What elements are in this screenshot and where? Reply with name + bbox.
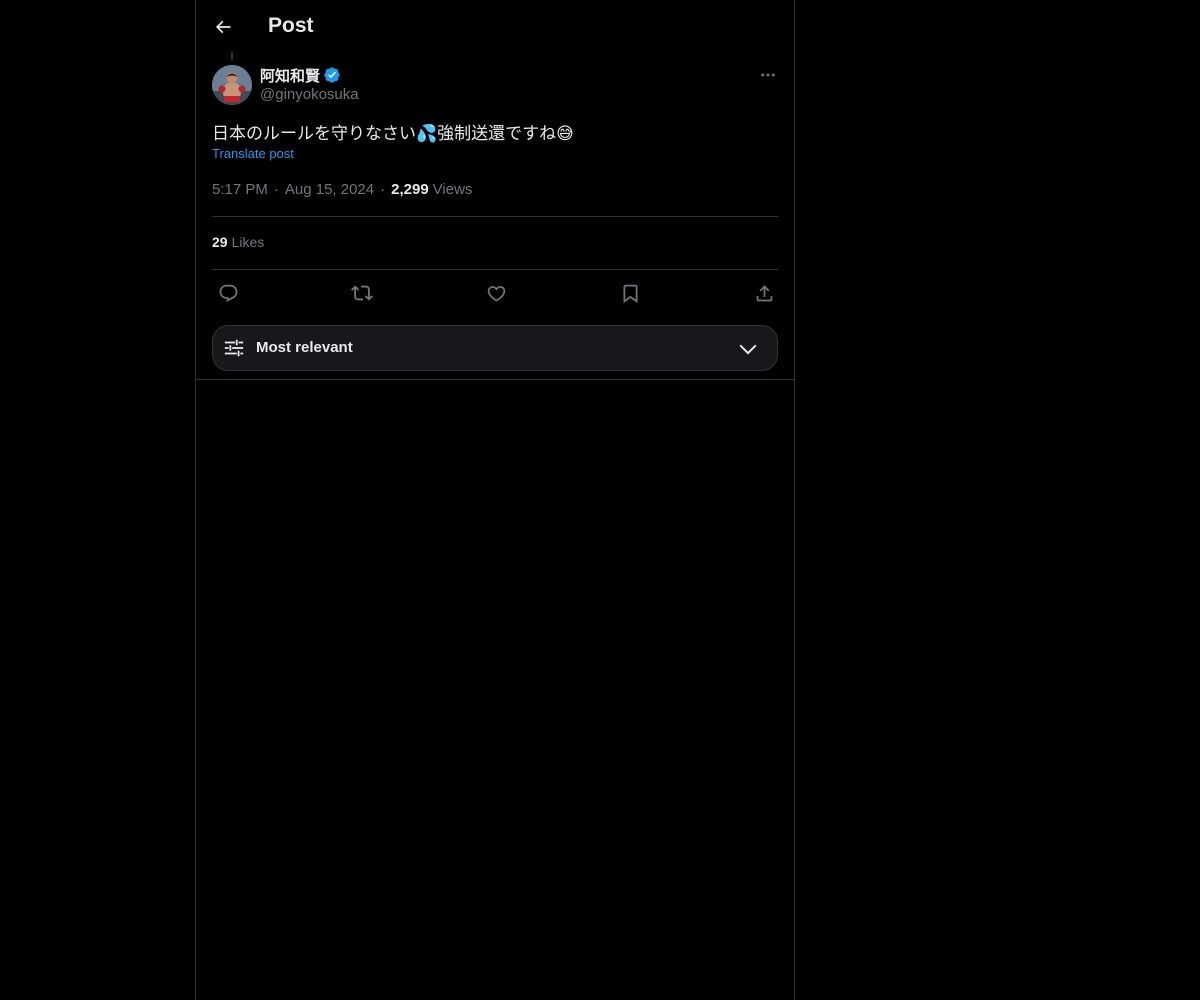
sliders-icon	[224, 339, 244, 357]
meta-separator: ·	[380, 181, 386, 198]
verified-badge-icon	[323, 66, 341, 84]
author-display-name[interactable]: 阿知和賢	[260, 65, 320, 86]
post-meta: 5:17 PM · Aug 15, 2024 · 2,299 Views	[212, 181, 472, 198]
post-column: Post 阿知和賢 @ginyokosuka 日本のルールを守りなさい💦強制送還…	[195, 0, 795, 1000]
avatar-image	[212, 65, 252, 105]
page-title: Post	[268, 14, 314, 37]
section-divider	[196, 379, 794, 380]
chevron-down-icon	[739, 344, 757, 355]
bookmark-button[interactable]	[618, 281, 642, 305]
share-icon	[756, 284, 772, 301]
back-button[interactable]	[208, 12, 238, 42]
post-time[interactable]: 5:17 PM	[212, 181, 268, 198]
bookmark-icon	[623, 284, 637, 303]
repost-button[interactable]	[350, 281, 374, 305]
more-horizontal-icon	[761, 73, 775, 77]
arrow-left-icon	[215, 20, 231, 34]
reply-button[interactable]	[216, 281, 240, 305]
likes-count: 29	[212, 234, 228, 250]
post-date[interactable]: Aug 15, 2024	[285, 181, 374, 198]
likes-stat[interactable]: 29 Likes	[212, 234, 264, 250]
repost-icon	[351, 285, 373, 301]
reply-icon	[219, 284, 237, 302]
replies-sort-dropdown[interactable]: Most relevant	[212, 325, 778, 371]
views-count: 2,299	[391, 181, 429, 198]
views-label: Views	[432, 181, 473, 198]
translate-post-link[interactable]: Translate post	[212, 146, 294, 161]
like-button[interactable]	[484, 281, 508, 305]
sort-label: Most relevant	[256, 339, 353, 356]
share-button[interactable]	[752, 281, 776, 305]
post-text: 日本のルールを守りなさい💦強制送還ですね😅	[212, 124, 574, 143]
top-bar: Post	[196, 0, 794, 54]
likes-label: Likes	[231, 234, 265, 250]
author-name-row[interactable]: 阿知和賢	[260, 65, 341, 85]
more-options-button[interactable]	[756, 64, 780, 86]
divider	[212, 269, 778, 270]
divider	[212, 216, 778, 217]
heart-icon	[487, 285, 505, 302]
author-handle[interactable]: @ginyokosuka	[260, 86, 359, 103]
thread-connector	[231, 52, 233, 60]
meta-separator: ·	[273, 181, 279, 198]
avatar[interactable]	[212, 65, 252, 105]
